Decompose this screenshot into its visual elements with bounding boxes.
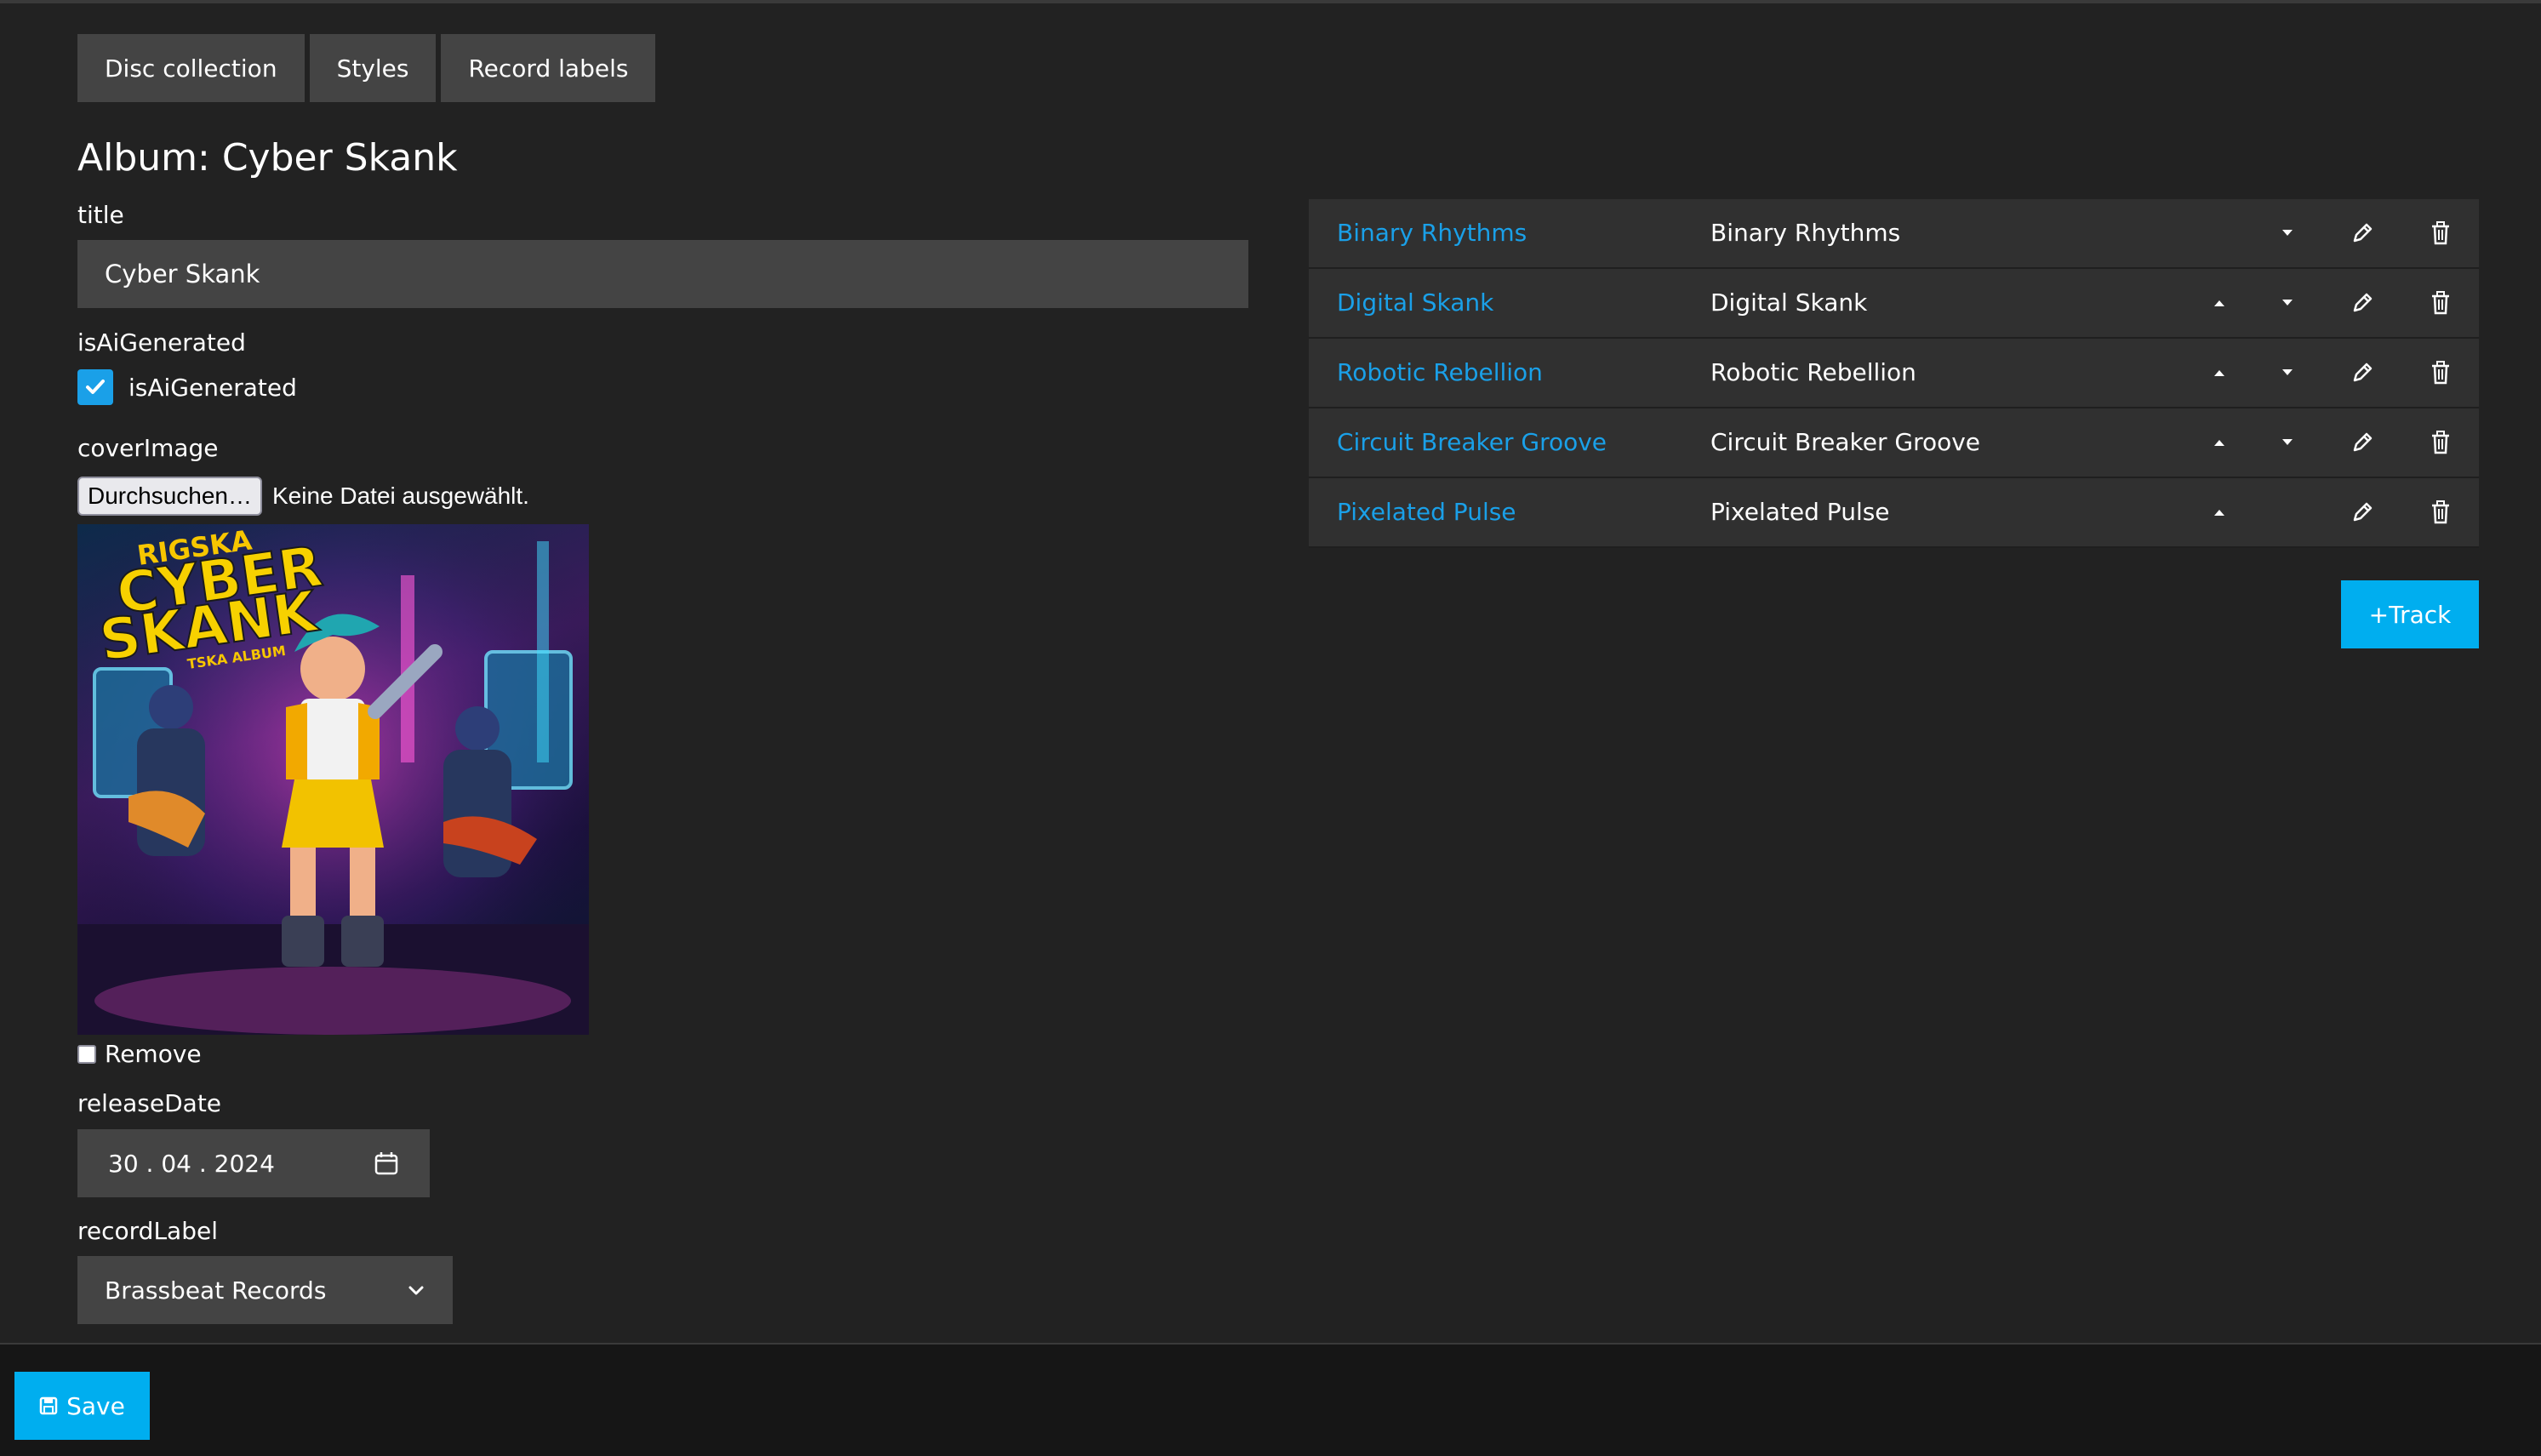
record-label-label: recordLabel (77, 1217, 218, 1245)
pencil-icon[interactable] (2345, 199, 2379, 267)
track-link[interactable]: Digital Skank (1337, 269, 1493, 337)
save-label: Save (66, 1391, 125, 1420)
footer-bar (0, 1343, 2541, 1456)
track-name: Pixelated Pulse (1710, 498, 1890, 526)
calendar-icon[interactable] (374, 1151, 399, 1176)
file-picker: Durchsuchen… Keine Datei ausgewählt. (77, 477, 529, 516)
release-date-value: 30 . 04 . 2024 (108, 1149, 275, 1178)
remove-label: Remove (105, 1040, 202, 1068)
nav-record-labels[interactable]: Record labels (441, 34, 656, 102)
top-nav: Disc collection Styles Record labels (77, 34, 656, 102)
track-link[interactable]: Binary Rhythms (1337, 199, 1527, 267)
pencil-icon[interactable] (2345, 478, 2379, 546)
track-link[interactable]: Pixelated Pulse (1337, 478, 1516, 546)
track-row: Pixelated Pulse Pixelated Pulse (1309, 478, 2479, 548)
add-track-button[interactable]: +Track (2341, 580, 2479, 648)
floppy-disk-icon (39, 1396, 58, 1415)
trash-icon[interactable] (2424, 408, 2458, 477)
record-label-select[interactable]: Brassbeat Records (77, 1256, 453, 1324)
pencil-icon[interactable] (2345, 339, 2379, 407)
ai-generated-checkbox-label: isAiGenerated (128, 373, 297, 402)
move-down-icon[interactable] (2270, 408, 2304, 477)
move-up-icon[interactable] (2202, 478, 2236, 546)
move-up-icon[interactable] (2202, 269, 2236, 337)
checkmark-icon (86, 380, 105, 394)
browse-button[interactable]: Durchsuchen… (77, 477, 262, 516)
move-up-icon[interactable] (2202, 339, 2236, 407)
ai-generated-label: isAiGenerated (77, 328, 246, 357)
track-row: Circuit Breaker Groove Circuit Breaker Gr… (1309, 408, 2479, 478)
track-name: Binary Rhythms (1710, 219, 1901, 247)
release-date-input[interactable]: 30 . 04 . 2024 (77, 1129, 430, 1197)
track-link[interactable]: Circuit Breaker Groove (1337, 408, 1607, 477)
track-link[interactable]: Robotic Rebellion (1337, 339, 1543, 407)
album-cover-art: RIGSKA CYBER SKANK TSKA ALBUM (77, 524, 589, 1035)
trash-icon[interactable] (2424, 478, 2458, 546)
record-label-value: Brassbeat Records (105, 1276, 327, 1305)
remove-row: Remove (77, 1040, 202, 1068)
pencil-icon[interactable] (2345, 269, 2379, 337)
trash-icon[interactable] (2424, 199, 2458, 267)
chevron-down-icon (408, 1286, 424, 1295)
title-input-value: Cyber Skank (105, 260, 260, 288)
release-date-label: releaseDate (77, 1089, 222, 1117)
move-down-icon[interactable] (2270, 199, 2304, 267)
track-row: Binary Rhythms Binary Rhythms (1309, 199, 2479, 269)
move-down-icon[interactable] (2270, 339, 2304, 407)
trash-icon[interactable] (2424, 339, 2458, 407)
track-name: Circuit Breaker Groove (1710, 428, 1981, 456)
ai-generated-row: isAiGenerated (77, 369, 297, 405)
remove-checkbox[interactable] (77, 1044, 96, 1064)
move-down-icon[interactable] (2270, 269, 2304, 337)
cover-image-label: coverImage (77, 434, 219, 462)
save-button[interactable]: Save (14, 1372, 150, 1440)
trash-icon[interactable] (2424, 269, 2458, 337)
cover-image: RIGSKA CYBER SKANK TSKA ALBUM (77, 524, 589, 1035)
pencil-icon[interactable] (2345, 408, 2379, 477)
nav-disc-collection[interactable]: Disc collection (77, 34, 305, 102)
track-name: Robotic Rebellion (1710, 358, 1916, 386)
file-status: Keine Datei ausgewählt. (271, 482, 529, 509)
page-title: Album: Cyber Skank (77, 136, 458, 180)
track-name: Digital Skank (1710, 288, 1868, 317)
title-input[interactable]: Cyber Skank (77, 240, 1248, 308)
ai-generated-checkbox[interactable] (77, 369, 113, 405)
track-row: Digital Skank Digital Skank (1309, 269, 2479, 339)
track-row: Robotic Rebellion Robotic Rebellion (1309, 339, 2479, 408)
move-up-icon[interactable] (2202, 408, 2236, 477)
title-label: title (77, 201, 124, 229)
top-border (0, 0, 2541, 3)
nav-styles[interactable]: Styles (309, 34, 437, 102)
tracks-table: Binary Rhythms Binary Rhythms Digital Skan… (1309, 199, 2479, 548)
